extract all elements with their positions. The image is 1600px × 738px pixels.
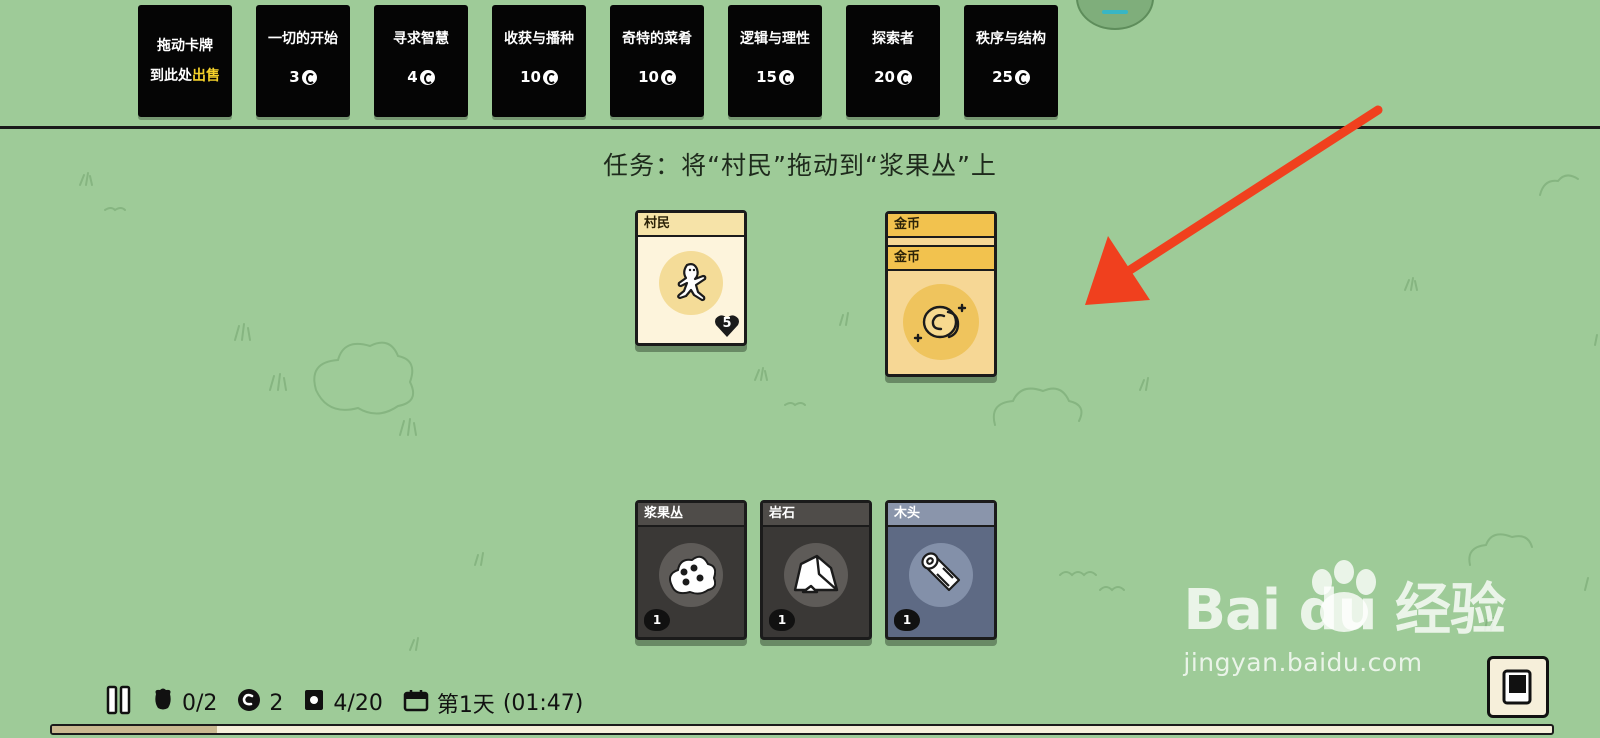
pack-name: 收获与播种 <box>504 31 574 47</box>
card-count-icon <box>303 688 325 718</box>
pack-name: 奇特的菜肴 <box>622 31 692 47</box>
booster-pack[interactable]: 寻求智慧 4 <box>374 5 468 117</box>
pack-cost: 10 <box>638 68 676 86</box>
food-count: 0/2 <box>182 690 218 716</box>
pack-name: 逻辑与理性 <box>740 31 810 47</box>
pause-button[interactable] <box>106 685 132 721</box>
stack-count-badge: 1 <box>894 609 920 631</box>
villager-card[interactable]: 村民 5 <box>635 210 747 346</box>
pack-name: 探索者 <box>872 31 914 47</box>
coin-icon <box>542 69 558 85</box>
pack-cost: 25 <box>992 68 1030 86</box>
card-title: 金币 <box>888 245 994 271</box>
card-title: 木头 <box>888 503 994 527</box>
coin-icon <box>237 688 261 718</box>
berry-bush-art <box>659 543 723 607</box>
watermark-url: jingyan.baidu.com <box>1183 648 1423 677</box>
coin-icon <box>419 69 435 85</box>
card-title: 金币 <box>888 214 994 238</box>
rock-card[interactable]: 岩石 1 <box>760 500 872 640</box>
shop-row: 拖动卡牌 到此处出售 一切的开始 3 寻求智慧 4 收获与播种 10 奇特的菜肴… <box>0 0 1600 128</box>
card-count: 4/20 <box>333 690 383 716</box>
pack-name: 秩序与结构 <box>976 31 1046 47</box>
watermark-brand: Bai du 经验 <box>1183 578 1506 643</box>
quest-text: 任务：将“村民”拖动到“浆果丛”上 <box>603 151 997 180</box>
booster-pack[interactable]: 收获与播种 10 <box>492 5 586 117</box>
pause-icon <box>106 685 131 715</box>
sell-slot[interactable]: 拖动卡牌 到此处出售 <box>138 5 232 117</box>
day-progress-bar <box>50 724 1554 735</box>
day-label: 第1天 <box>436 693 495 718</box>
stack-count-badge: 1 <box>644 609 670 631</box>
coin-icon <box>660 69 676 85</box>
book-icon <box>1502 669 1532 705</box>
coin-icon <box>301 69 317 85</box>
card-title: 岩石 <box>763 503 869 527</box>
shop-divider <box>0 126 1600 129</box>
rock-icon <box>793 554 839 594</box>
pack-cost: 20 <box>874 68 912 86</box>
pack-cost: 15 <box>756 68 794 86</box>
coin-art <box>903 284 979 360</box>
rock-art <box>784 543 848 607</box>
booster-pack[interactable]: 奇特的菜肴 10 <box>610 5 704 117</box>
pack-name: 一切的开始 <box>268 31 338 47</box>
top-round-button[interactable] <box>1076 0 1154 30</box>
food-icon <box>152 688 174 718</box>
berry-bush-icon <box>669 555 716 595</box>
card-title: 村民 <box>638 213 744 237</box>
coin-count: 2 <box>269 690 284 716</box>
coin-icon <box>1014 69 1030 85</box>
pack-cost: 4 <box>407 68 435 86</box>
gold-coin-icon <box>913 303 967 343</box>
coin-icon <box>778 69 794 85</box>
coin-icon <box>896 69 912 85</box>
coin-stack-card[interactable]: 金币 金币 <box>885 211 997 377</box>
sell-slot-line2: 到此处出售 <box>150 68 220 84</box>
villager-art <box>659 251 723 315</box>
booster-pack[interactable]: 逻辑与理性 15 <box>728 5 822 117</box>
berry-bush-card[interactable]: 浆果丛 1 <box>635 500 747 640</box>
day-progress-fill <box>52 726 217 733</box>
booster-pack[interactable]: 一切的开始 3 <box>256 5 350 117</box>
card-title: 浆果丛 <box>638 503 744 527</box>
baidu-watermark: Bai du 经验 jingyan.baidu.com <box>1183 565 1506 677</box>
pack-cost: 10 <box>520 68 558 86</box>
wood-art <box>909 543 973 607</box>
booster-pack[interactable]: 秩序与结构 25 <box>964 5 1058 117</box>
sell-slot-line1: 拖动卡牌 <box>157 38 213 54</box>
wood-card[interactable]: 木头 1 <box>885 500 997 640</box>
health-badge: 5 <box>714 313 740 339</box>
sell-highlight: 出售 <box>192 68 220 84</box>
pack-cost: 3 <box>289 68 317 86</box>
stack-count-badge: 1 <box>769 609 795 631</box>
wood-log-icon <box>921 552 961 592</box>
pack-name: 寻求智慧 <box>393 31 449 47</box>
time-label: (01:47) <box>502 690 584 716</box>
calendar-icon <box>403 688 429 718</box>
status-bar: 0/2 2 4/20 第1天 (01:47) <box>106 685 584 721</box>
card-guide-button[interactable] <box>1487 656 1549 718</box>
villager-icon <box>677 263 707 302</box>
booster-pack[interactable]: 探索者 20 <box>846 5 940 117</box>
health-value: 5 <box>722 316 732 331</box>
